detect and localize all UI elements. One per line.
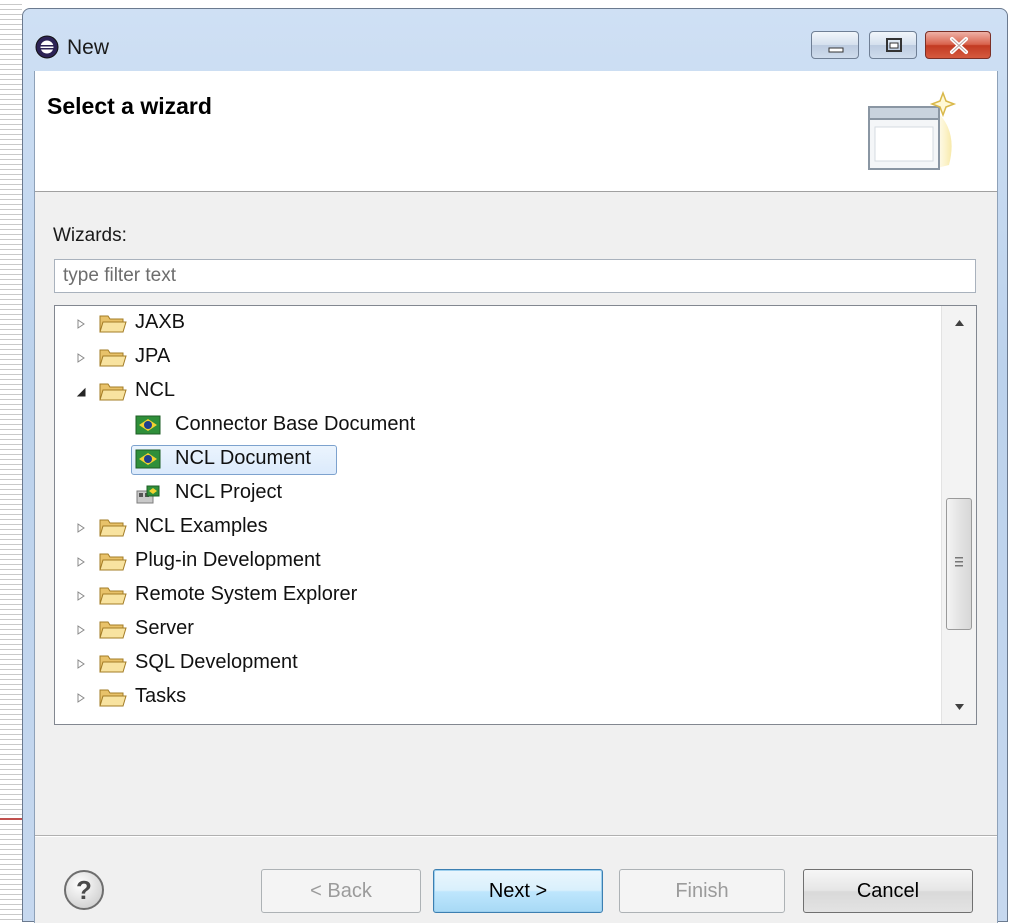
folder-icon (99, 621, 127, 639)
ncl-document-icon (135, 449, 161, 469)
filter-input[interactable] (54, 259, 976, 293)
scrollbar-thumb[interactable] (946, 498, 972, 630)
expand-arrow-icon[interactable] (75, 658, 87, 670)
next-button[interactable]: Next > (433, 869, 603, 913)
grip-icon (955, 557, 963, 567)
tree-item-remote-system-explorer[interactable]: Remote System Explorer (55, 580, 935, 612)
eclipse-icon (35, 35, 59, 59)
scroll-down-arrow-icon[interactable] (942, 690, 977, 724)
minimize-icon (828, 47, 844, 53)
tree-item-jaxb[interactable]: JAXB (55, 308, 935, 340)
window-title: New (67, 36, 110, 59)
svg-text:?: ? (76, 875, 92, 905)
wizard-tree[interactable]: JAXB JPA NCL Connector Base Document NCL… (54, 305, 977, 725)
wizard-header: Select a wizard (35, 71, 997, 192)
expand-arrow-icon[interactable] (75, 556, 87, 568)
cancel-button[interactable]: Cancel (803, 869, 973, 913)
help-icon[interactable]: ? (63, 869, 105, 911)
new-wizard-dialog: New Select a wizard Wizards: type filter… (22, 8, 1008, 923)
folder-icon (99, 655, 127, 673)
expand-arrow-icon[interactable] (75, 692, 87, 704)
dialog-client-area: Select a wizard Wizards: type filter tex… (34, 71, 998, 923)
tree-item-ncl-project[interactable]: NCL Project (55, 478, 935, 510)
maximize-icon (886, 38, 902, 52)
expand-arrow-icon[interactable] (75, 522, 87, 534)
tree-item-label: Tasks (135, 685, 187, 707)
ncl-document-icon (135, 415, 161, 435)
collapse-arrow-icon[interactable] (75, 386, 87, 398)
vertical-scrollbar[interactable] (941, 306, 977, 724)
background-accent-line (0, 818, 22, 820)
tree-item-label: NCL (135, 379, 176, 401)
folder-icon (99, 587, 127, 605)
tree-item-label: JPA (135, 345, 171, 367)
tree-item-ncl-document[interactable]: NCL Document (55, 444, 935, 476)
tree-item-label: Connector Base Document (175, 413, 416, 435)
folder-icon (99, 349, 127, 367)
tree-item-label: SQL Development (135, 651, 298, 673)
tree-item-server[interactable]: Server (55, 614, 935, 646)
wizard-banner-icon (868, 90, 957, 170)
ncl-project-icon (136, 485, 160, 504)
tree-item-jpa[interactable]: JPA (55, 342, 935, 374)
tree-item-ncl-examples[interactable]: NCL Examples (55, 512, 935, 544)
expand-arrow-icon[interactable] (75, 352, 87, 364)
folder-icon (99, 519, 127, 537)
background-lines (0, 0, 22, 922)
tree-item-label: NCL Document (175, 447, 311, 469)
tree-item-label: NCL Examples (135, 515, 268, 537)
tree-item-label: JAXB (135, 311, 186, 333)
scroll-up-arrow-icon[interactable] (942, 306, 977, 340)
expand-arrow-icon[interactable] (75, 624, 87, 636)
folder-icon (99, 689, 127, 707)
tree-item-label: Remote System Explorer (135, 583, 358, 605)
tree-item-connector-base-document[interactable]: Connector Base Document (55, 410, 935, 442)
folder-icon (99, 553, 127, 571)
expand-arrow-icon[interactable] (75, 318, 87, 330)
close-icon (950, 37, 968, 54)
maximize-button[interactable] (869, 31, 917, 59)
tree-item-plug-in-development[interactable]: Plug-in Development (55, 546, 935, 578)
tree-item-label: NCL Project (175, 481, 283, 503)
finish-button[interactable]: Finish (619, 869, 785, 913)
folder-icon (99, 315, 127, 333)
page-title: Select a wizard (47, 93, 212, 119)
tree-item-label: Server (135, 617, 194, 639)
expand-arrow-icon[interactable] (75, 590, 87, 602)
wizards-label: Wizards: (53, 225, 127, 246)
minimize-button[interactable] (811, 31, 859, 59)
tree-item-tasks[interactable]: Tasks (55, 682, 935, 714)
tree-item-ncl[interactable]: NCL (55, 376, 935, 408)
folder-open-icon (99, 383, 127, 401)
close-button[interactable] (925, 31, 991, 59)
footer-separator (35, 835, 997, 837)
tree-item-label: Plug-in Development (135, 549, 321, 571)
back-button[interactable]: < Back (261, 869, 421, 913)
tree-item-sql-development[interactable]: SQL Development (55, 648, 935, 680)
